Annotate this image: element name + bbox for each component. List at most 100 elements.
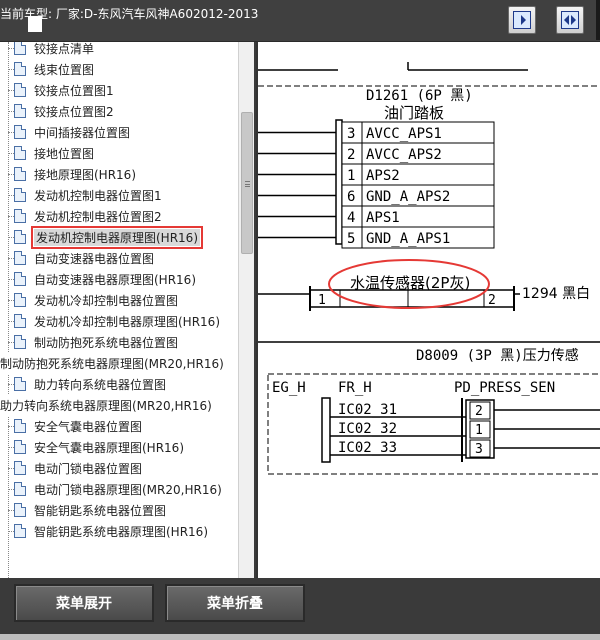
arrow-right-icon	[513, 11, 531, 29]
tree-item-label: 助力转向系统电器原理图(MR20,HR16)	[0, 399, 212, 413]
document-icon	[14, 42, 26, 55]
expand-horizontal-icon	[561, 11, 579, 29]
tree-item-label: 智能钥匙系统电器位置图	[34, 504, 167, 518]
ecu-pin-label: IC02_32	[338, 421, 397, 437]
tree-item[interactable]: 助力转向系统电器原理图(MR20,HR16)	[0, 395, 238, 416]
tree-item-label: 发动机冷却控制电器原理图(HR16)	[34, 315, 220, 329]
tree-item[interactable]: 发动机冷却控制电器原理图(HR16)	[0, 311, 238, 332]
app-window: 当前车型: 厂家:D-东风汽车风神A602012-2013 铰接点清单 线束位置图…	[0, 0, 600, 640]
tree-item[interactable]: 安全气囊电器原理图(HR16)	[0, 437, 238, 458]
tree-item-label: 铰接点位置图1	[34, 84, 114, 98]
tree-item[interactable]: 发动机控制电器位置图2	[0, 206, 238, 227]
tree-item[interactable]: 铰接点清单	[0, 42, 238, 59]
tree-item[interactable]: 发动机控制电器原理图(HR16)	[0, 226, 238, 249]
tree-item[interactable]: 电动门锁电器原理图(MR20,HR16)	[0, 479, 238, 500]
tree-item[interactable]: 中间插接器位置图	[0, 122, 238, 143]
document-icon	[14, 419, 26, 433]
tree-item[interactable]: 智能钥匙系统电器原理图(HR16)	[0, 521, 238, 542]
tree-item-label: 接地原理图(HR16)	[34, 168, 136, 182]
pin-signal-name: AVCC_APS2	[366, 147, 442, 163]
document-icon	[14, 62, 26, 76]
tree-item-label: 发动机控制电器原理图(HR16)	[31, 226, 203, 249]
tree-item[interactable]: 自动变速器电器原理图(HR16)	[0, 269, 238, 290]
document-icon	[14, 440, 26, 454]
tree-item[interactable]: 制动防抱死系统电器原理图(MR20,HR16)	[0, 353, 238, 374]
tree-item[interactable]: 发动机控制电器位置图1	[0, 185, 238, 206]
tree-item[interactable]: 铰接点位置图1	[0, 80, 238, 101]
document-icon	[14, 461, 26, 475]
connector2-pins: IC02_31 2 IC02_32 1 IC02_33 3	[330, 401, 600, 458]
connector1-name: 油门踏板	[384, 104, 444, 122]
connector1-housing	[335, 119, 343, 245]
ecu-label-2: FR_H	[338, 380, 372, 396]
pin-number: 4	[347, 210, 355, 226]
document-icon	[14, 125, 26, 139]
tree-item[interactable]: 接地位置图	[0, 143, 238, 164]
tree-item[interactable]: 发动机冷却控制电器位置图	[0, 290, 238, 311]
document-icon	[14, 209, 26, 223]
wiring-diagram-view[interactable]: D1261 (6P 黑) 油门踏板 3 AVCC_APS1 2 AVCC_APS2 1 A…	[256, 42, 600, 578]
tree-item[interactable]: 铰接点位置图2	[0, 101, 238, 122]
menu-expand-button[interactable]: 菜单展开	[14, 584, 154, 622]
pin-signal-name: GND_A_APS1	[366, 231, 450, 247]
fit-width-button[interactable]	[556, 6, 584, 34]
document-icon	[14, 188, 26, 202]
grip-icon	[245, 181, 250, 187]
document-icon	[14, 251, 26, 265]
pressure-pin-number: 3	[475, 442, 483, 457]
tree-item[interactable]: 助力转向系统电器位置图	[0, 374, 238, 395]
pin-number: 5	[347, 231, 355, 247]
document-icon	[14, 272, 26, 286]
pin-signal-name: GND_A_APS2	[366, 189, 450, 205]
menu-tree: 铰接点清单线束位置图铰接点位置图1 铰接点位置图2 中间插接器位置图接地位置图接地原…	[0, 42, 238, 578]
ecu-connector-housing	[321, 397, 331, 463]
tree-item-label: 智能钥匙系统电器原理图(HR16)	[34, 525, 208, 539]
pressure-pin-number: 2	[475, 404, 483, 419]
sensor-label: 水温传感器(2P灰)	[350, 274, 470, 292]
document-icon	[14, 503, 26, 517]
wire-label: 1294 黑白	[522, 286, 590, 302]
tree-item[interactable]: 接地原理图(HR16)	[0, 164, 238, 185]
tree-item-label: 自动变速器电器原理图(HR16)	[34, 273, 196, 287]
tree-item[interactable]: 安全气囊电器位置图	[0, 416, 238, 437]
tree-item-label: 铰接点清单	[34, 42, 95, 56]
pin-number: 2	[347, 147, 355, 163]
connector1-title: D1261 (6P 黑)	[366, 88, 473, 104]
tree-item[interactable]: 电动门锁电器位置图	[0, 458, 238, 479]
ecu-label-1: EG_H	[272, 380, 306, 396]
ecu-pin-label: IC02_33	[338, 440, 397, 456]
tree-item[interactable]: 线束位置图	[0, 59, 238, 80]
window-icon	[28, 16, 42, 32]
ecu-label-3: PD_PRESS_SEN	[454, 380, 555, 396]
ecu-pin-label: IC02_31	[338, 402, 397, 418]
tree-item-label: 发动机控制电器位置图1	[34, 189, 162, 203]
scrollbar-thumb[interactable]	[241, 112, 253, 254]
document-icon	[14, 335, 26, 349]
tree-item-label: 发动机冷却控制电器位置图	[34, 294, 179, 308]
tree-item[interactable]: 自动变速器电器位置图	[0, 248, 238, 269]
document-icon	[14, 167, 26, 181]
tree-item-label: 电动门锁电器位置图	[34, 462, 143, 476]
document-icon	[14, 524, 26, 538]
window-edge	[596, 0, 600, 40]
tree-scrollbar[interactable]	[238, 42, 254, 578]
tree-item-label: 发动机控制电器位置图2	[34, 210, 162, 224]
sensor-pin-right: 2	[488, 293, 496, 308]
tree-item-label: 接地位置图	[34, 147, 95, 161]
tree-item-label: 线束位置图	[34, 63, 95, 77]
tree-item[interactable]: 制动防抱死系统电器位置图	[0, 332, 238, 353]
tree-item-label: 电动门锁电器原理图(MR20,HR16)	[34, 483, 222, 497]
tree-item-label: 安全气囊电器原理图(HR16)	[34, 441, 184, 455]
toggle-panel-button[interactable]	[508, 6, 536, 34]
tree-item-label: 助力转向系统电器位置图	[34, 378, 167, 392]
pin-signal-name: AVCC_APS1	[366, 126, 442, 142]
document-icon	[14, 293, 26, 307]
document-icon	[14, 146, 26, 160]
tree-item-label: 铰接点位置图2	[34, 105, 114, 119]
pin-signal-name: APS2	[366, 168, 400, 184]
tree-item-label: 制动防抱死系统电器位置图	[34, 336, 179, 350]
menu-collapse-button[interactable]: 菜单折叠	[165, 584, 305, 622]
tree-item[interactable]: 智能钥匙系统电器位置图	[0, 500, 238, 521]
pin-number: 6	[347, 189, 355, 205]
pin-number: 3	[347, 126, 355, 142]
